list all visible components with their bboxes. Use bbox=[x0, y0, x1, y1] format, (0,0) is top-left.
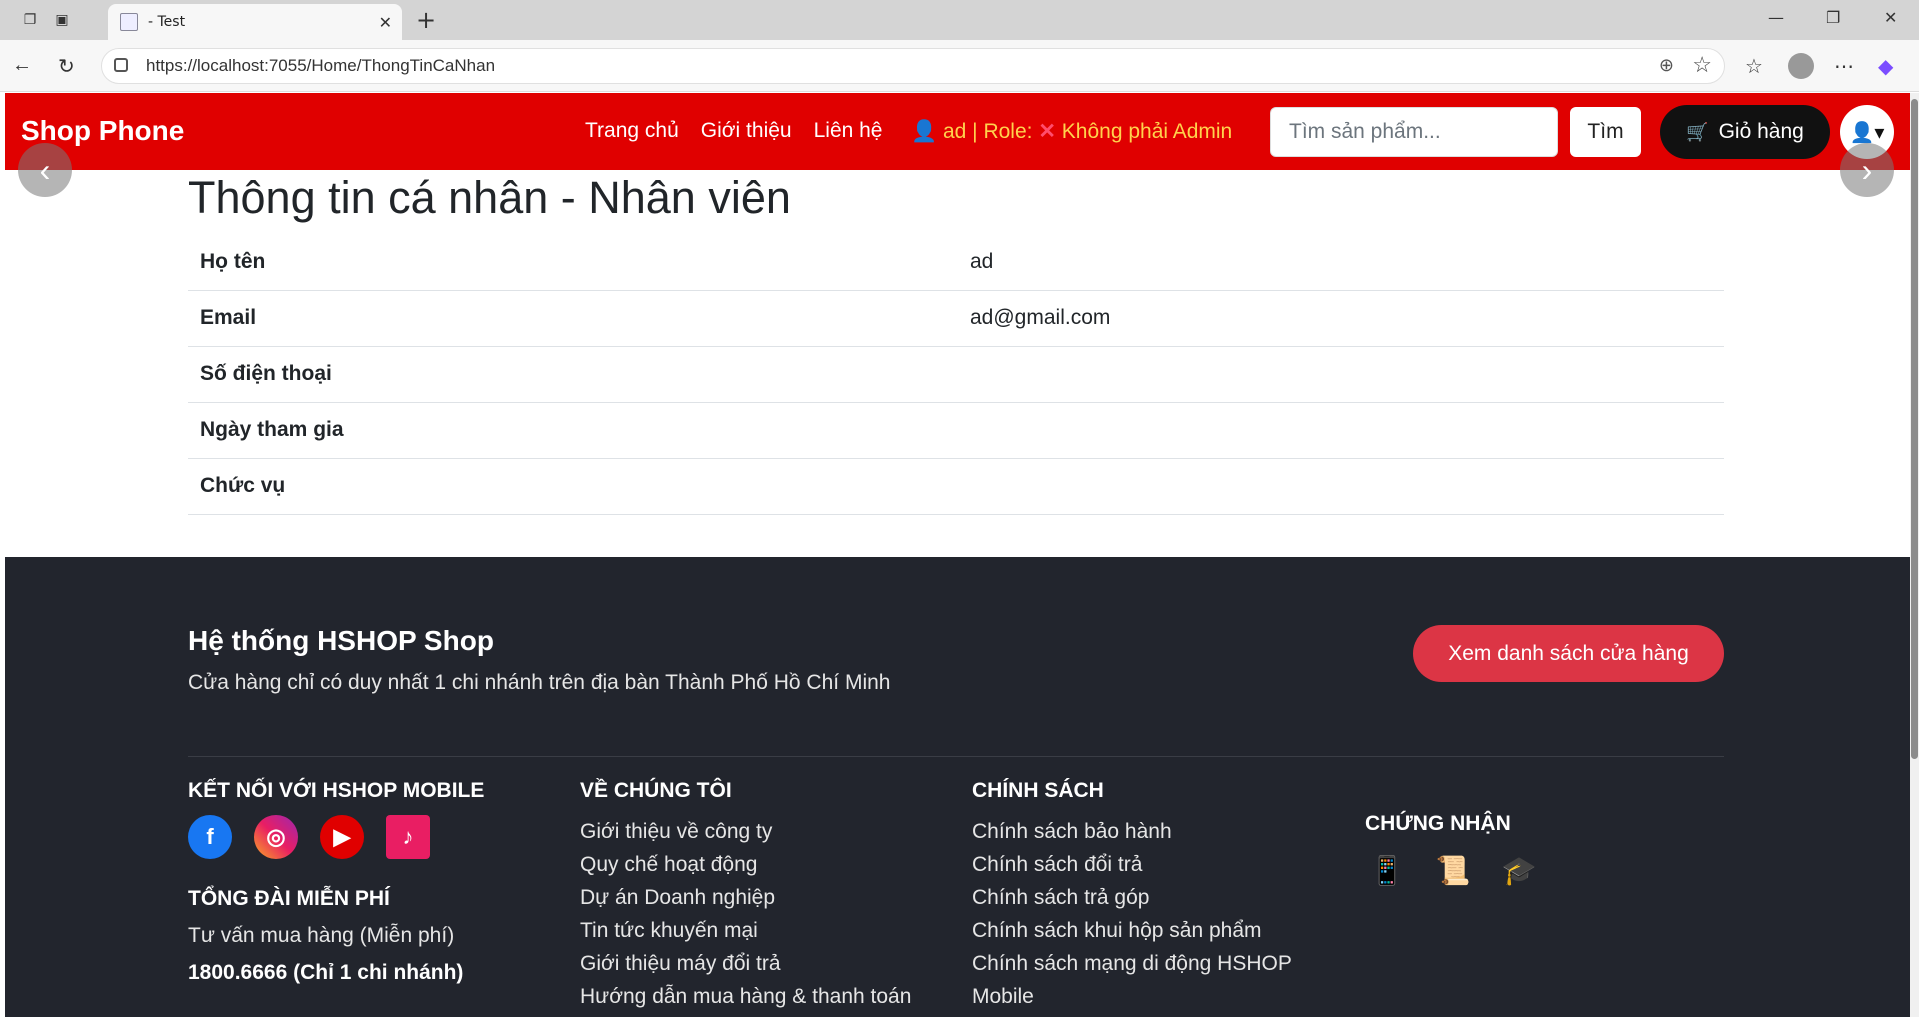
table-row: Email ad@gmail.com bbox=[188, 290, 1724, 347]
window-close-icon[interactable]: ✕ bbox=[1884, 8, 1897, 27]
cart-label: Giỏ hàng bbox=[1718, 120, 1804, 143]
browser-tab[interactable]: - Test ✕ bbox=[108, 4, 402, 40]
favorite-star-icon[interactable]: ☆ bbox=[1692, 52, 1712, 78]
page-title: Thông tin cá nhân - Nhân viên bbox=[188, 172, 791, 223]
favorites-icon[interactable]: ☆ bbox=[1745, 54, 1763, 79]
about-link[interactable]: Hướng dẫn mua hàng & thanh toán bbox=[580, 980, 911, 1013]
about-link[interactable]: Giới thiệu máy đổi trả bbox=[580, 947, 911, 980]
url-path: /Home/ThongTinCaNhan bbox=[306, 56, 496, 75]
field-value: ad bbox=[958, 234, 1724, 291]
store-list-button[interactable]: Xem danh sách cửa hàng bbox=[1413, 625, 1724, 682]
about-link[interactable]: Dự án Doanh nghiệp bbox=[580, 881, 911, 914]
more-menu-icon[interactable]: ⋯ bbox=[1834, 54, 1854, 79]
hotline-heading: TỔNG ĐÀI MIỄN PHÍ bbox=[188, 887, 390, 910]
cross-mark-icon: ✕ bbox=[1038, 120, 1056, 143]
nav-links: Trang chủ Giới thiệu Liên hệ bbox=[585, 119, 883, 143]
field-value bbox=[958, 346, 1724, 403]
tab-actions-icon[interactable]: ▣ bbox=[50, 8, 74, 32]
search-button[interactable]: Tìm bbox=[1570, 107, 1641, 157]
certificate-document-icon: 📜 bbox=[1435, 854, 1471, 886]
connect-heading: KẾT NỐI VỚI HSHOP MOBILE bbox=[188, 779, 485, 802]
url-host: https://localhost:7055 bbox=[146, 56, 307, 75]
policy-heading: CHÍNH SÁCH bbox=[972, 779, 1104, 802]
zoom-icon[interactable]: ⊕ bbox=[1659, 55, 1674, 76]
field-value: ad@gmail.com bbox=[958, 290, 1724, 347]
new-tab-icon[interactable]: + bbox=[416, 6, 436, 34]
about-heading: VỀ CHÚNG TÔI bbox=[580, 779, 732, 802]
field-label: Ngày tham gia bbox=[188, 402, 958, 459]
field-label: Số điện thoại bbox=[188, 346, 958, 403]
about-link[interactable]: Quy chế hoạt động bbox=[580, 848, 911, 881]
user-role-prefix: 👤 ad | Role: bbox=[911, 120, 1039, 143]
restore-icon[interactable]: ❐ bbox=[1826, 8, 1840, 27]
hotline-number[interactable]: 1800.6666 (Chỉ 1 chi nhánh) bbox=[188, 956, 484, 989]
cart-button[interactable]: 🛒 Giỏ hàng bbox=[1660, 105, 1830, 159]
site-info-icon[interactable] bbox=[114, 58, 128, 72]
address-bar-row: ← ↻ https://localhost:7055/Home/ThongTin… bbox=[0, 40, 1919, 92]
table-row: Ngày tham gia bbox=[188, 402, 1724, 459]
tab-title: - Test bbox=[148, 14, 186, 30]
policy-link[interactable]: Chính sách trả góp bbox=[972, 881, 1292, 914]
field-label: Chức vụ bbox=[188, 458, 958, 515]
carousel-prev-icon[interactable]: ‹ bbox=[18, 143, 72, 197]
nav-link-home[interactable]: Trang chủ bbox=[585, 119, 679, 143]
footer-subtitle: Cửa hàng chỉ có duy nhất 1 chi nhánh trê… bbox=[188, 671, 891, 694]
about-link[interactable]: Giới thiệu về công ty bbox=[580, 815, 911, 848]
cart-icon: 🛒 bbox=[1686, 121, 1709, 142]
policy-link[interactable]: Chính sách khui hộp sản phẩm bbox=[972, 914, 1292, 947]
footer-col-connect: KẾT NỐI VỚI HSHOP MOBILE f ◎ ▶ ♪ TỔNG ĐÀ… bbox=[188, 779, 484, 989]
back-icon[interactable]: ← bbox=[12, 54, 32, 77]
role-status-text: Không phải Admin bbox=[1055, 120, 1233, 143]
policy-link[interactable]: Chính sách mạng di động HSHOP bbox=[972, 947, 1292, 980]
workspaces-icon[interactable]: ❐ bbox=[18, 8, 42, 32]
reload-icon[interactable]: ↻ bbox=[58, 54, 75, 79]
carousel-next-icon[interactable]: › bbox=[1840, 143, 1894, 197]
site-footer: Hệ thống HSHOP Shop Cửa hàng chỉ có duy … bbox=[5, 557, 1910, 1017]
policy-link[interactable]: Mobile bbox=[972, 980, 1292, 1013]
youtube-icon[interactable]: ▶ bbox=[320, 815, 364, 859]
footer-col-about: VỀ CHÚNG TÔI Giới thiệu về công ty Quy ch… bbox=[580, 779, 911, 1013]
profile-table: Họ tên ad Email ad@gmail.com Số điện thoại Ng… bbox=[188, 234, 1724, 515]
search-placeholder: Tìm sản phẩm... bbox=[1289, 120, 1441, 143]
page-scrollbar[interactable] bbox=[1910, 93, 1919, 1017]
scrollbar-thumb[interactable] bbox=[1911, 99, 1918, 759]
field-label: Họ tên bbox=[188, 234, 958, 291]
page-favicon-icon bbox=[120, 13, 138, 31]
table-row: Chức vụ bbox=[188, 458, 1724, 515]
user-role-info: 👤 ad | Role: ✕ Không phải Admin bbox=[911, 119, 1232, 144]
url-field[interactable]: https://localhost:7055/Home/ThongTinCaNh… bbox=[101, 48, 1725, 84]
field-value bbox=[958, 458, 1724, 515]
table-row: Họ tên ad bbox=[188, 234, 1724, 291]
search-input[interactable]: Tìm sản phẩm... bbox=[1270, 107, 1558, 157]
nav-link-about[interactable]: Giới thiệu bbox=[701, 119, 792, 143]
footer-col-cert: CHỨNG NHẬN 📱 📜 🎓 bbox=[1365, 812, 1541, 892]
user-icon: 👤▾ bbox=[1849, 121, 1885, 144]
site-navbar: Shop Phone Trang chủ Giới thiệu Liên hệ … bbox=[5, 93, 1910, 170]
tiktok-icon[interactable]: ♪ bbox=[386, 815, 430, 859]
about-link[interactable]: Tin tức khuyến mại bbox=[580, 914, 911, 947]
footer-divider bbox=[188, 756, 1724, 757]
table-row: Số điện thoại bbox=[188, 346, 1724, 403]
footer-col-policy: CHÍNH SÁCH Chính sách bảo hành Chính sách… bbox=[972, 779, 1292, 1013]
footer-title: Hệ thống HSHOP Shop bbox=[188, 625, 494, 656]
tab-close-icon[interactable]: ✕ bbox=[379, 13, 392, 32]
instagram-icon[interactable]: ◎ bbox=[254, 815, 298, 859]
hotline-desc: Tư vấn mua hàng (Miễn phí) bbox=[188, 924, 455, 947]
nav-link-contact[interactable]: Liên hệ bbox=[814, 119, 883, 143]
policy-link[interactable]: Chính sách bảo hành bbox=[972, 815, 1292, 848]
minimize-icon[interactable]: — bbox=[1768, 8, 1784, 27]
field-label: Email bbox=[188, 290, 958, 347]
copilot-icon[interactable]: ◆ bbox=[1878, 54, 1893, 79]
field-value bbox=[958, 402, 1724, 459]
profile-section: Thông tin cá nhân - Nhân viên Họ tên ad Em… bbox=[188, 172, 1724, 515]
policy-link[interactable]: Chính sách đổi trả bbox=[972, 848, 1292, 881]
certificate-scroll-icon: 🎓 bbox=[1501, 854, 1537, 886]
cert-heading: CHỨNG NHẬN bbox=[1365, 812, 1511, 835]
facebook-icon[interactable]: f bbox=[188, 815, 232, 859]
certificate-phone-icon: 📱 bbox=[1369, 854, 1405, 886]
browser-tabstrip: ❐ ▣ - Test ✕ + — ❐ ✕ bbox=[0, 0, 1919, 40]
profile-icon[interactable] bbox=[1788, 53, 1814, 79]
